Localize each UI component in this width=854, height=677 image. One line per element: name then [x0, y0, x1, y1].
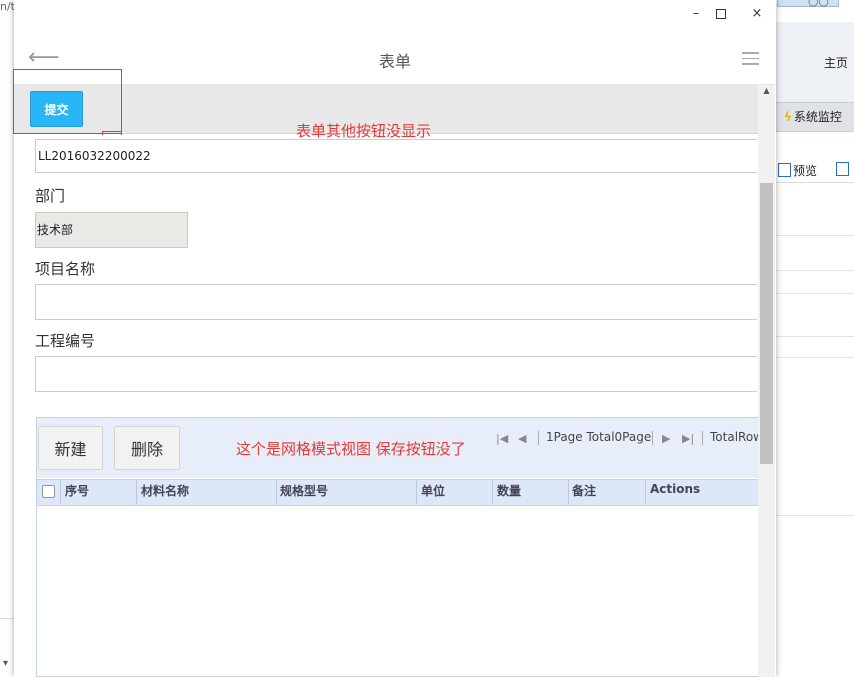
close-button[interactable]: × [747, 6, 767, 21]
total-rows: TotalRow [710, 430, 758, 444]
engineering-label: 工程编号 [35, 332, 96, 350]
column-separator [276, 480, 277, 504]
divider [776, 515, 854, 516]
pager-separator [538, 431, 539, 445]
column-header-material[interactable]: 材料名称 [141, 482, 189, 499]
engineering-number-field[interactable] [35, 356, 757, 392]
divider [776, 293, 854, 294]
minimize-button[interactable]: – [686, 6, 706, 21]
scroll-up-arrow-icon[interactable]: ▲ [758, 86, 775, 95]
nav-home-link[interactable]: 主页 [824, 54, 848, 71]
pager-separator [652, 431, 653, 445]
column-header-actions[interactable]: Actions [650, 482, 700, 496]
column-separator [136, 480, 137, 504]
scrollbar-thumb[interactable] [760, 183, 773, 464]
system-monitor-link[interactable]: ϟ 系统监控 [784, 108, 842, 125]
delete-button[interactable]: 删除 [114, 426, 180, 470]
column-header-unit[interactable]: 单位 [421, 482, 445, 499]
project-name-field[interactable] [35, 284, 757, 320]
preview-icon [778, 163, 791, 177]
column-separator [645, 480, 646, 504]
dept-label: 部门 [35, 187, 66, 205]
pager-separator [702, 431, 703, 445]
system-monitor-label: 系统监控 [793, 110, 842, 124]
divider [776, 270, 854, 271]
hamburger-menu-icon[interactable] [742, 52, 759, 65]
divider [776, 336, 854, 337]
next-page-icon[interactable]: ▶ [662, 432, 670, 445]
prev-page-icon[interactable]: ◀ [518, 432, 526, 445]
column-header-seq[interactable]: 序号 [65, 482, 89, 499]
project-label: 项目名称 [35, 260, 96, 278]
column-separator [416, 480, 417, 504]
maximize-button[interactable] [716, 9, 726, 19]
column-header-spec[interactable]: 规格型号 [280, 482, 328, 499]
annotation-highlight-box [13, 69, 122, 134]
background-url-fragment: n/t [0, 0, 15, 13]
dialog-titlebar [14, 0, 776, 34]
background-left-strip [0, 22, 14, 677]
select-all-checkbox[interactable] [42, 485, 55, 498]
background-tab-text: ○○ [808, 0, 829, 8]
preview-button[interactable]: 预览 [778, 162, 817, 179]
first-page-icon[interactable]: |◀ [496, 432, 508, 445]
annotation-note: 表单其他按钮没显示 [296, 122, 432, 140]
page-title: 表单 [378, 52, 411, 71]
column-header-remark[interactable]: 备注 [572, 482, 596, 499]
label-mask [95, 330, 114, 346]
dropdown-arrow-icon[interactable]: ▾ [3, 658, 8, 669]
column-separator [568, 480, 569, 504]
print-icon[interactable] [836, 162, 849, 176]
code-field[interactable]: LL2016032200022 [35, 139, 757, 173]
dept-field: 技术部 [35, 212, 188, 248]
project-label-group: 项目名称 [35, 258, 114, 279]
label-mask [95, 258, 114, 274]
column-header-qty[interactable]: 数量 [497, 482, 521, 499]
preview-label: 预览 [793, 164, 818, 178]
last-page-icon[interactable]: ▶| [682, 432, 694, 445]
annotation-note: 这个是网格模式视图 保存按钮没了 [236, 440, 466, 458]
dept-label-group: 部门 [35, 185, 84, 206]
divider [0, 618, 14, 619]
page-info: 1Page Total0Page [546, 430, 652, 444]
divider [776, 235, 854, 236]
engineering-label-group: 工程编号 [35, 330, 114, 351]
column-separator [60, 480, 61, 504]
divider [776, 357, 854, 358]
annotation-highlight-tab [102, 131, 122, 135]
label-mask [65, 185, 84, 201]
column-separator [492, 480, 493, 504]
new-button[interactable]: 新建 [38, 426, 103, 470]
lightning-icon: ϟ [784, 110, 792, 124]
